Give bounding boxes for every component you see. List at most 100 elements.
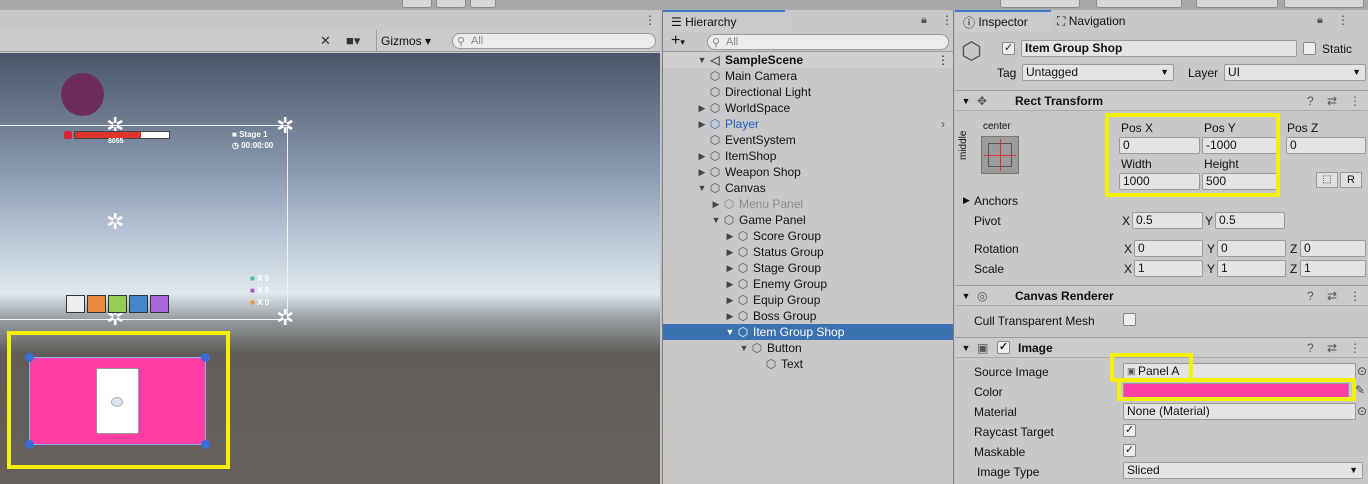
hierarchy-item[interactable]: ▶ ⬡ Weapon Shop: [663, 164, 953, 180]
raycast-target-checkbox[interactable]: ✓: [1123, 424, 1136, 437]
image-component-header[interactable]: ▼ ▣ ✓ Image ? ⇄ ⋮: [955, 337, 1368, 358]
rect-transform-header[interactable]: ▼ ✥ Rect Transform ? ⇄ ⋮: [955, 90, 1368, 111]
more-options-icon[interactable]: ⋮: [1337, 13, 1349, 27]
more-options-icon[interactable]: ⋮: [941, 13, 953, 27]
hierarchy-item[interactable]: ▶ ⬡ Enemy Group: [663, 276, 953, 292]
layout-button[interactable]: [1284, 0, 1364, 8]
object-picker-icon[interactable]: ⊙: [1357, 404, 1367, 418]
expand-arrow-icon[interactable]: ▶: [725, 295, 735, 306]
scale-y-input[interactable]: 1: [1217, 260, 1286, 277]
expand-arrow-icon[interactable]: ▶: [725, 263, 735, 274]
expand-arrow-icon[interactable]: ▼: [725, 327, 735, 337]
presets-icon[interactable]: ⇄: [1327, 289, 1337, 303]
pivot-y-input[interactable]: 0.5: [1215, 212, 1285, 229]
hierarchy-item[interactable]: ▶ ⬡ Menu Panel: [663, 196, 953, 212]
item-group-shop-panel[interactable]: [29, 357, 206, 445]
tools-icon[interactable]: ✕: [320, 33, 331, 49]
more-options-icon[interactable]: ⋮: [644, 13, 656, 27]
maskable-checkbox[interactable]: ✓: [1123, 444, 1136, 457]
height-input[interactable]: 500: [1202, 173, 1278, 190]
hierarchy-item[interactable]: ▶ ⬡ Player ›: [663, 116, 953, 132]
expand-arrow-icon[interactable]: ▶: [725, 311, 735, 322]
more-options-icon[interactable]: ⋮: [937, 53, 949, 67]
expand-arrow-icon[interactable]: ▼: [697, 183, 707, 193]
expand-arrow-icon[interactable]: ▶: [697, 119, 707, 130]
hierarchy-item[interactable]: ▼ ⬡ Item Group Shop: [663, 324, 953, 340]
hierarchy-search-input[interactable]: ⚲ All: [707, 34, 949, 50]
hierarchy-item[interactable]: ▶ ⬡ Stage Group: [663, 260, 953, 276]
shop-button[interactable]: [96, 368, 139, 434]
rotation-x-input[interactable]: 0: [1134, 240, 1203, 257]
collab-button[interactable]: [1000, 0, 1080, 8]
expand-arrow-icon[interactable]: ▶: [697, 151, 707, 162]
anchor-presets-button[interactable]: [981, 136, 1019, 174]
tag-dropdown[interactable]: Untagged ▼: [1022, 64, 1174, 81]
rect-handle[interactable]: [25, 353, 34, 362]
layers-button[interactable]: [1196, 0, 1278, 8]
pivot-x-input[interactable]: 0.5: [1132, 212, 1203, 229]
hierarchy-item[interactable]: ⬡ Directional Light: [663, 84, 953, 100]
help-icon[interactable]: ?: [1307, 94, 1314, 108]
rect-handle[interactable]: [201, 440, 210, 449]
expand-arrow-icon[interactable]: ▶: [711, 199, 721, 210]
static-checkbox[interactable]: [1303, 42, 1316, 55]
hierarchy-item[interactable]: ▶ ⬡ Boss Group: [663, 308, 953, 324]
help-icon[interactable]: ?: [1307, 341, 1314, 355]
tab-inspector[interactable]: ⓘ Inspector: [955, 10, 1051, 32]
gizmos-dropdown[interactable]: Gizmos ▾: [381, 34, 431, 48]
layer-dropdown[interactable]: UI ▼: [1224, 64, 1366, 81]
presets-icon[interactable]: ⇄: [1327, 94, 1337, 108]
lock-icon[interactable]: 🔒︎: [921, 14, 927, 27]
pause-button[interactable]: [436, 0, 466, 8]
more-options-icon[interactable]: ⋮: [1349, 289, 1361, 303]
rotation-z-input[interactable]: 0: [1300, 240, 1366, 257]
scene-root-row[interactable]: ▼ ◁ SampleScene ⋮: [663, 52, 953, 68]
presets-icon[interactable]: ⇄: [1327, 341, 1337, 355]
expand-arrow-icon[interactable]: ▶: [725, 279, 735, 290]
expand-arrow-icon[interactable]: ▼: [711, 215, 721, 225]
scale-z-input[interactable]: 1: [1300, 260, 1366, 277]
rect-handle[interactable]: [25, 440, 34, 449]
camera-icon[interactable]: ■▾: [346, 33, 360, 49]
hierarchy-item[interactable]: ⬡ Main Camera: [663, 68, 953, 84]
hierarchy-item[interactable]: ▶ ⬡ Score Group: [663, 228, 953, 244]
hierarchy-item[interactable]: ▼ ⬡ Game Panel: [663, 212, 953, 228]
canvas-renderer-header[interactable]: ▼ ◎ Canvas Renderer ? ⇄ ⋮: [955, 285, 1368, 306]
eyedropper-icon[interactable]: ✎: [1355, 383, 1365, 397]
object-picker-icon[interactable]: ⊙: [1357, 364, 1367, 378]
expand-arrow-icon[interactable]: ▼: [739, 343, 749, 353]
scene-search-input[interactable]: ⚲ All: [452, 33, 656, 49]
expand-arrow-icon[interactable]: ▼: [955, 96, 977, 106]
material-field[interactable]: None (Material): [1123, 403, 1356, 420]
tab-navigation[interactable]: ⛶ Navigation: [1053, 10, 1153, 32]
image-type-dropdown[interactable]: Sliced ▼: [1123, 462, 1363, 479]
hierarchy-item[interactable]: ▶ ⬡ Equip Group: [663, 292, 953, 308]
color-swatch[interactable]: [1123, 383, 1349, 398]
help-icon[interactable]: ?: [1307, 289, 1314, 303]
cull-transparent-mesh-checkbox[interactable]: [1123, 313, 1136, 326]
expand-arrow-icon[interactable]: ▼: [955, 291, 977, 301]
hierarchy-item[interactable]: ▶ ⬡ ItemShop: [663, 148, 953, 164]
expand-arrow-icon[interactable]: ▶: [725, 247, 735, 258]
hierarchy-item[interactable]: ⬡ Text: [663, 356, 953, 372]
raw-edit-button[interactable]: R: [1340, 172, 1362, 188]
expand-arrow-icon[interactable]: ▶: [725, 231, 735, 242]
play-button[interactable]: [402, 0, 432, 8]
more-options-icon[interactable]: ⋮: [1349, 94, 1361, 108]
pos-y-input[interactable]: -1000: [1202, 137, 1278, 154]
pos-z-input[interactable]: 0: [1286, 137, 1366, 154]
expand-arrow-icon[interactable]: ▶: [697, 167, 707, 178]
object-name-input[interactable]: Item Group Shop: [1021, 40, 1297, 57]
lock-icon[interactable]: 🔒︎: [1317, 14, 1323, 27]
rect-handle[interactable]: [201, 353, 210, 362]
scale-x-input[interactable]: 1: [1134, 260, 1203, 277]
expand-arrow-icon[interactable]: ▼: [697, 55, 707, 65]
hierarchy-item[interactable]: ⬡ EventSystem: [663, 132, 953, 148]
source-image-field[interactable]: ▣ Panel A: [1123, 363, 1356, 380]
rotation-y-input[interactable]: 0: [1217, 240, 1286, 257]
expand-arrow-icon[interactable]: ▼: [955, 343, 977, 353]
hierarchy-item[interactable]: ▶ ⬡ WorldSpace: [663, 100, 953, 116]
scene-viewport[interactable]: ✲ ✲ ✲ ✲ ✲ 8055 ■ Stage 1 ◷ 00:00:00 ■ X …: [0, 53, 660, 484]
hierarchy-item[interactable]: ▶ ⬡ Status Group: [663, 244, 953, 260]
hierarchy-item[interactable]: ▼ ⬡ Button: [663, 340, 953, 356]
